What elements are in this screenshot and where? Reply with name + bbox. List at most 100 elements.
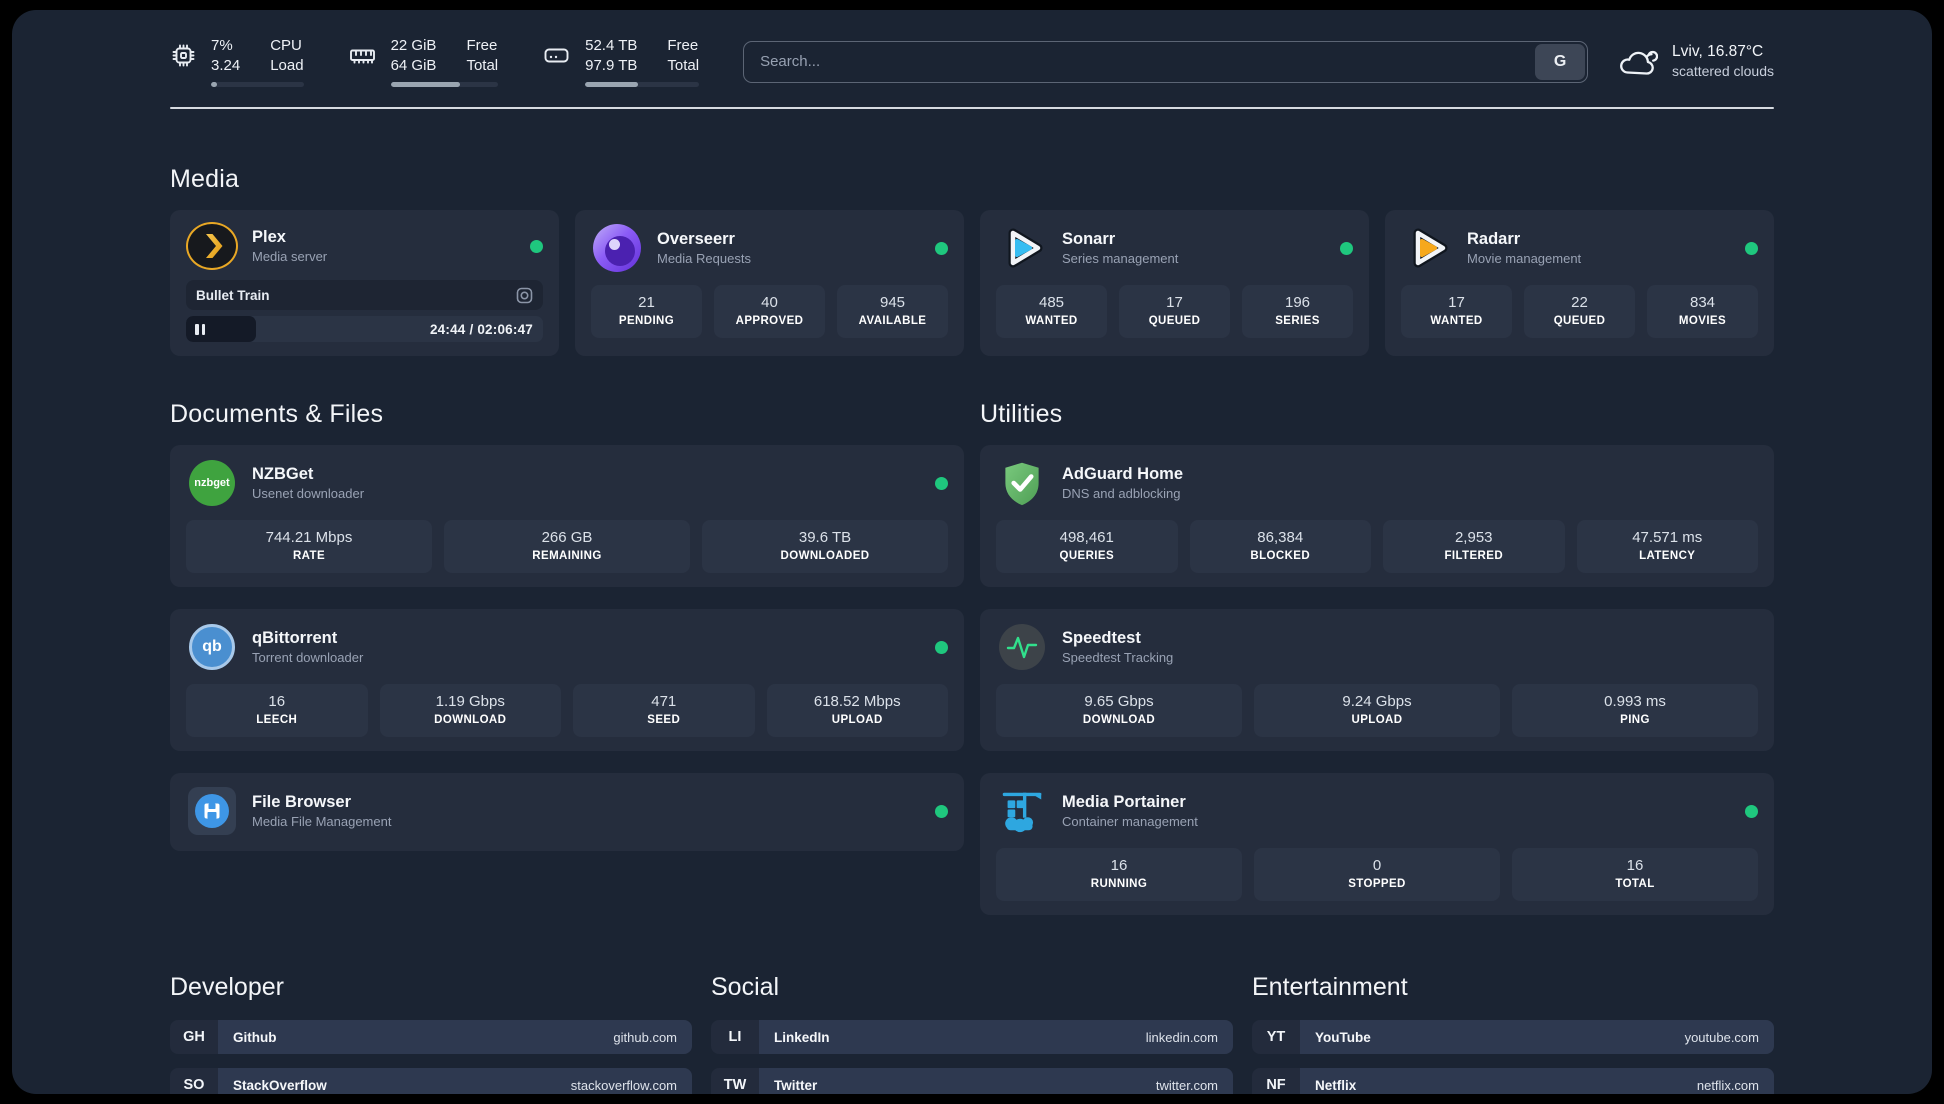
documents-column: nzbget NZBGet Usenet downloader 744.21 M… [170,445,964,915]
stat-value: 17 [1166,294,1183,311]
stat-tile: 0.993 ms PING [1512,684,1758,737]
app-card-nzbget[interactable]: nzbget NZBGet Usenet downloader 744.21 M… [170,445,964,587]
link-section-developer: Developer GH Github github.com SO StackO… [170,973,692,1094]
status-indicator [935,804,948,818]
link-sections: Developer GH Github github.com SO StackO… [170,973,1774,1094]
memory-progress-bar [390,82,499,87]
stat-label: PENDING [618,315,675,327]
app-card-portainer[interactable]: Media Portainer Container management 16 … [980,773,1774,915]
section-title-developer: Developer [170,973,284,1001]
stat-label: SERIES [1275,315,1320,327]
stat-tile: 618.52 Mbps UPLOAD [766,684,948,737]
link-url: youtube.com [1684,1029,1759,1045]
link-item-github[interactable]: GH Github github.com [170,1020,692,1054]
qbittorrent-icon: qb [189,624,235,670]
app-subtitle: Usenet downloader [252,485,365,501]
stat-tile: 17 QUEUED [1119,285,1230,338]
app-title: Radarr [1467,229,1521,248]
stat-tile: 2,953 FILTERED [1383,520,1565,573]
app-title: Plex [252,227,286,246]
stat-value: 86,384 [1257,529,1304,546]
app-card-filebrowser[interactable]: File Browser Media File Management [170,773,964,851]
session-icon[interactable] [516,287,533,304]
stat-label: DOWNLOADED [780,550,870,562]
app-card-adguard[interactable]: AdGuard Home DNS and adblocking 498,461 … [980,445,1774,587]
stat-label: AVAILABLE [858,315,927,327]
search-provider-button[interactable]: G [1535,43,1586,80]
stat-label: WANTED [1430,315,1483,327]
app-subtitle: Media Requests [657,250,751,266]
speedtest-icon [999,624,1045,670]
link-url: linkedin.com [1145,1029,1218,1045]
stat-tile: 21 PENDING [591,285,702,338]
link-badge: GH [170,1020,218,1054]
memory-total: 64 GiB [390,57,437,74]
stat-label: PING [1620,714,1650,726]
stat-label: SEED [647,714,681,726]
stat-label: MOVIES [1678,315,1727,327]
link-item-linkedin[interactable]: LI LinkedIn linkedin.com [711,1020,1233,1054]
stat-tile: 945 AVAILABLE [837,285,948,338]
app-card-sonarr[interactable]: Sonarr Series management 485 WANTED 17 Q… [980,210,1369,356]
stat-tile: 86,384 BLOCKED [1189,520,1371,573]
app-card-qbittorrent[interactable]: qb qBittorrent Torrent downloader 16 LEE… [170,609,964,751]
link-item-youtube[interactable]: YT YouTube youtube.com [1252,1020,1774,1054]
stat-label: FILTERED [1444,550,1504,562]
playback-time: 24:44 / 02:06:47 [429,321,533,337]
plex-icon [186,222,238,270]
cpu-progress-fill [211,82,218,87]
app-card-plex[interactable]: Plex Media server Bullet Train 24:44 / 0… [170,210,559,356]
stat-tile: 471 SEED [573,684,755,737]
stat-value: 0.993 ms [1604,693,1666,710]
app-subtitle: Container management [1062,813,1198,829]
weather-condition: scattered clouds [1672,63,1774,79]
app-title: File Browser [252,792,352,811]
stat-value: 266 GB [541,529,593,546]
nzbget-icon: nzbget [189,460,235,506]
stat-tile: 16 LEECH [186,684,368,737]
weather-widget: Lviv, 16.87°C scattered clouds [1616,42,1774,81]
stat-tile: 9.65 Gbps DOWNLOAD [996,684,1242,737]
link-name: Netflix [1315,1077,1357,1093]
link-section-social: Social LI LinkedIn linkedin.com TW Twitt… [711,973,1233,1094]
app-subtitle: Torrent downloader [252,649,364,665]
link-item-netflix[interactable]: NF Netflix netflix.com [1252,1068,1774,1094]
playback-progress-bar[interactable]: 24:44 / 02:06:47 [186,316,543,342]
app-card-overseerr[interactable]: Overseerr Media Requests 21 PENDING 40 A… [575,210,964,356]
stat-value: 16 [1110,857,1128,874]
status-indicator [1745,804,1758,818]
top-bar: 7% 3.24 CPU Load 22 GiB 64 GiB Free Tota… [170,36,1774,87]
stat-value: 1.19 Gbps [435,693,505,710]
stat-tile: 47.571 ms LATENCY [1576,520,1758,573]
playback-progress-fill [186,316,256,342]
stat-tile: 1.19 Gbps DOWNLOAD [379,684,561,737]
adguard-icon [996,457,1048,509]
stat-label: UPLOAD [1351,714,1403,726]
link-item-stackoverflow[interactable]: SO StackOverflow stackoverflow.com [170,1068,692,1094]
cpu-label-2: Load [270,57,304,74]
memory-free: 22 GiB [390,37,437,54]
stat-label: QUEUED [1148,315,1201,327]
cpu-stat: 7% 3.24 CPU Load [170,36,304,87]
stat-value: 945 [879,294,906,311]
stat-label: DOWNLOAD [434,714,507,726]
link-badge: YT [1252,1020,1300,1054]
app-card-radarr[interactable]: Radarr Movie management 17 WANTED 22 QUE… [1385,210,1774,356]
status-indicator [935,476,948,490]
stat-tile: 196 SERIES [1242,285,1353,338]
stat-value: 0 [1372,857,1382,874]
stat-label: TOTAL [1615,878,1655,890]
app-card-speedtest[interactable]: Speedtest Speedtest Tracking 9.65 Gbps D… [980,609,1774,751]
cpu-loadavg: 3.24 [211,57,241,74]
cpu-progress-bar [211,82,304,87]
link-item-twitter[interactable]: TW Twitter twitter.com [711,1068,1233,1094]
status-indicator [935,640,948,654]
status-indicator [935,241,948,255]
pause-icon [195,323,205,335]
search-input[interactable] [744,41,1536,82]
stat-value: 9.24 Gbps [1342,693,1412,710]
link-name: LinkedIn [774,1029,830,1045]
app-title: NZBGet [252,464,314,483]
cpu-percent: 7% [211,37,233,54]
status-indicator [530,239,543,253]
